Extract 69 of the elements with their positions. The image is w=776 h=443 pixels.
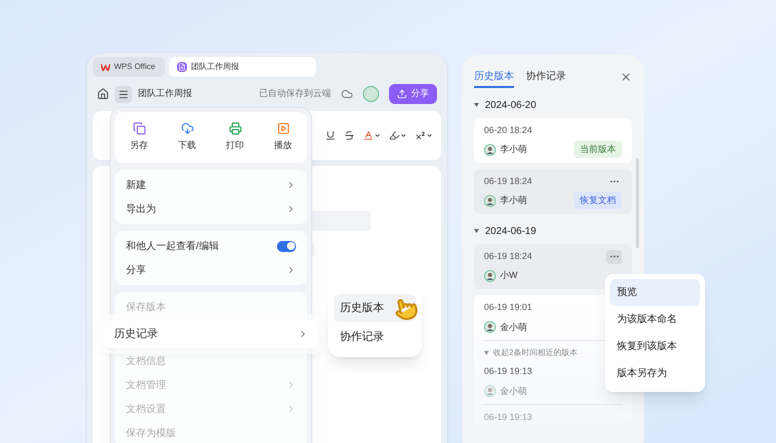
context-menu-item[interactable]: 版本另存为 (610, 360, 700, 387)
share-button[interactable]: 分享 (389, 84, 437, 104)
date-group-header[interactable]: 2024-06-20 (474, 98, 632, 112)
save-as-icon (132, 122, 146, 136)
user-name: 小W (500, 268, 518, 282)
version-time: 06-19 18:24 (484, 250, 532, 263)
version-time: 06-20 18:24 (484, 124, 532, 137)
version-time: 06-19 19:01 (484, 301, 534, 314)
context-menu-item[interactable]: 恢复到该版本 (610, 333, 700, 360)
more-button[interactable] (606, 250, 622, 264)
avatar-icon (484, 194, 496, 206)
date-group-header[interactable]: 2024-06-19 (474, 224, 632, 238)
logo-icon (101, 64, 110, 70)
highlighter-icon[interactable] (389, 130, 400, 141)
toggle-switch[interactable] (277, 240, 296, 252)
menu-item[interactable]: 导出为 (115, 197, 307, 221)
document-icon (177, 62, 187, 72)
collapse-toggle[interactable]: 收起2条时间相近的版本 (484, 347, 578, 359)
superscript-icon[interactable] (415, 130, 426, 141)
version-time: 06-19 19:13 (484, 411, 534, 424)
version-time: 06-19 19:13 (484, 365, 534, 378)
context-menu-item[interactable]: 为该版本命名 (610, 306, 700, 333)
avatar-icon (484, 385, 496, 398)
window-tab[interactable]: 团队工作周报 (169, 57, 316, 77)
version-time: 06-19 18:24 (484, 174, 532, 188)
printer-icon (228, 122, 242, 136)
triangle-icon (484, 351, 489, 355)
window-tab[interactable]: WPS Office (93, 57, 165, 77)
play-icon (276, 122, 290, 136)
triangle-icon (474, 103, 479, 107)
user-name: 李小萌 (500, 194, 527, 207)
avatar-icon (484, 270, 496, 282)
version-card[interactable]: 06-19 18:24 李小萌 恢复文档 (474, 169, 632, 214)
home-icon[interactable] (97, 88, 109, 100)
strikethrough-icon[interactable] (344, 130, 355, 141)
menu-item[interactable]: 新建 (115, 173, 307, 197)
underline-icon[interactable] (325, 130, 336, 141)
document-title: 团队工作周报 (138, 87, 192, 100)
menu-button[interactable] (115, 86, 132, 102)
submenu-item[interactable]: 协作记录 (334, 323, 416, 351)
avatar-icon (484, 144, 496, 156)
menu-action-button[interactable]: 打印 (211, 122, 259, 153)
menu-icon (118, 88, 129, 100)
menu-item[interactable]: 和他人一起查看/编辑 (115, 234, 307, 258)
save-status: 已自动保存到云端 (259, 87, 331, 100)
menu-action-button[interactable]: 另存 (115, 122, 163, 153)
panel-tab[interactable]: 历史版本 (474, 66, 514, 88)
panel-tab[interactable]: 协作记录 (526, 66, 566, 88)
menu-action-button[interactable]: 下载 (163, 122, 211, 153)
caret-icon[interactable] (374, 132, 381, 139)
cloud-download-icon (180, 122, 194, 136)
version-card[interactable]: 06-20 18:24 李小萌 当前版本 (474, 118, 632, 163)
user-name: 李小萌 (500, 142, 527, 156)
font-color-icon[interactable] (363, 130, 374, 141)
close-icon[interactable] (620, 71, 632, 83)
version-badge[interactable]: 恢复文档 (574, 192, 622, 210)
share-icon (397, 89, 407, 99)
avatar-icon (484, 321, 496, 334)
menu-item[interactable]: 分享 (115, 258, 307, 282)
user-name: 金小萌 (500, 384, 527, 398)
triangle-icon (474, 229, 479, 233)
version-badge: 当前版本 (574, 140, 622, 158)
menu-item[interactable]: 历史记录 (103, 320, 319, 348)
caret-icon[interactable] (400, 132, 407, 139)
menu-action-button[interactable]: 播放 (259, 122, 307, 153)
caret-icon[interactable] (426, 132, 433, 139)
context-menu-item[interactable]: 预览 (610, 279, 700, 306)
user-name: 金小萌 (500, 320, 527, 334)
cloud-icon (341, 88, 353, 100)
